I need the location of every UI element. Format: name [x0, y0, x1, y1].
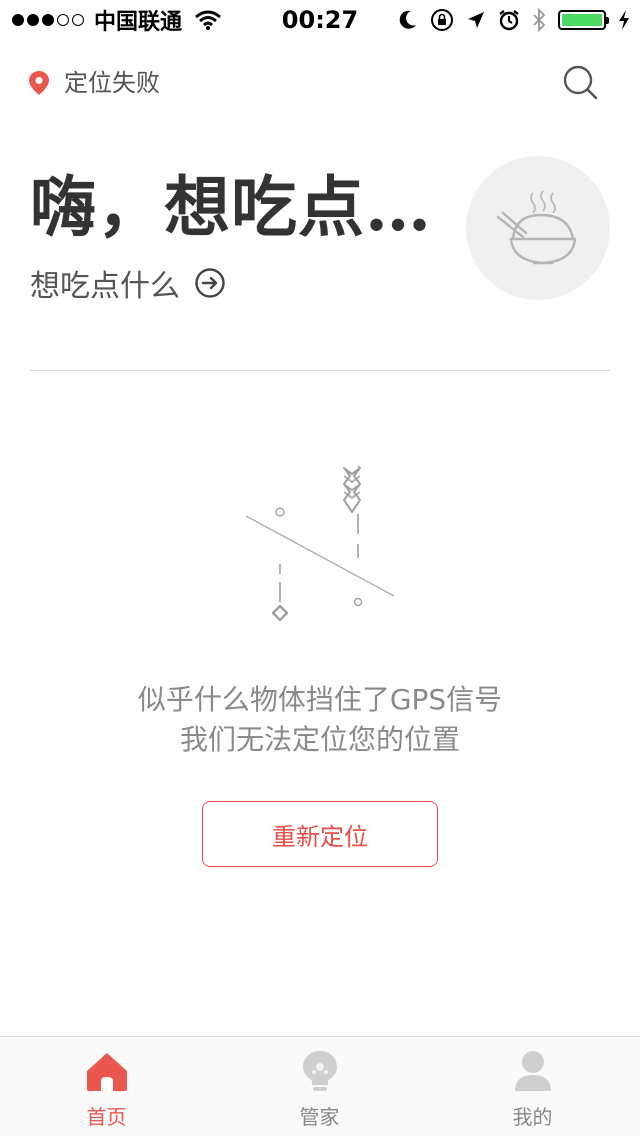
- status-bar-right: [398, 6, 630, 34]
- location-arrow-icon: [468, 12, 484, 28]
- relocate-button[interactable]: 重新定位: [202, 801, 438, 867]
- tab-bar: 首页 管家 我的: [0, 1036, 640, 1136]
- tab-butler-label: 管家: [299, 1105, 340, 1129]
- moon-icon: [399, 10, 416, 29]
- arrow-right-circle-icon: [195, 268, 225, 298]
- broken-arrow-icon: [245, 465, 395, 622]
- location-status[interactable]: 定位失败: [64, 68, 160, 98]
- battery-icon: [558, 10, 609, 30]
- food-image: [466, 156, 610, 300]
- bluetooth-icon: [533, 8, 546, 32]
- location-header: 定位失败: [0, 60, 640, 106]
- divider: [30, 370, 610, 371]
- hero-subtitle: 想吃点什么: [30, 269, 180, 304]
- home-icon: [86, 1053, 127, 1091]
- tab-profile[interactable]: 我的: [426, 1037, 639, 1136]
- lightbulb-icon: [302, 1051, 337, 1091]
- battery-fill: [562, 14, 602, 26]
- alarm-icon: [499, 10, 519, 31]
- tab-butler[interactable]: 管家: [213, 1037, 426, 1136]
- tab-profile-label: 我的: [512, 1105, 553, 1129]
- charging-icon: [619, 10, 629, 30]
- status-bar: 中国联通 00:27: [0, 0, 640, 40]
- empty-state-line2: 我们无法定位您的位置: [179, 723, 460, 756]
- tab-home[interactable]: 首页: [0, 1037, 213, 1136]
- search-icon[interactable]: [560, 62, 600, 102]
- rice-bowl-icon: [496, 190, 577, 265]
- rotation-lock-icon: [431, 9, 453, 31]
- user-icon: [514, 1051, 551, 1091]
- hero-title: 嗨，想吃点…: [30, 168, 432, 246]
- location-pin-icon: [29, 71, 49, 95]
- empty-state-line1: 似乎什么物体挡住了GPS信号: [137, 683, 503, 716]
- tab-home-label: 首页: [86, 1105, 127, 1129]
- hero-subtitle-link[interactable]: 想吃点什么: [30, 262, 226, 304]
